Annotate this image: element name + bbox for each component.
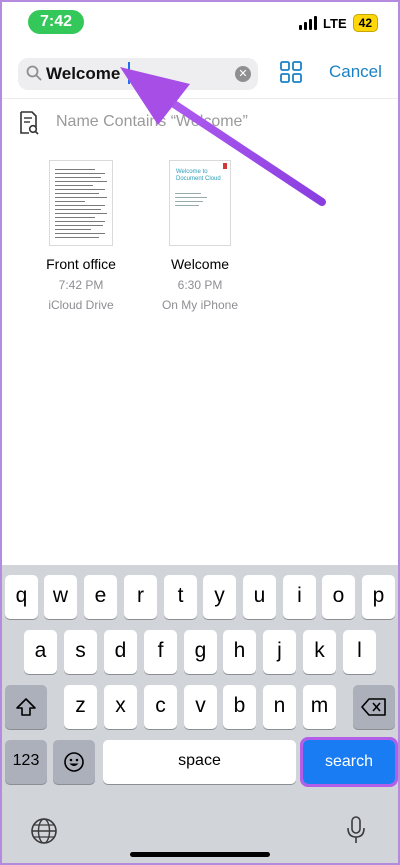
battery-badge: 42	[352, 14, 378, 32]
emoji-key[interactable]	[53, 740, 95, 784]
key-i[interactable]: i	[283, 575, 316, 619]
microphone-icon[interactable]	[346, 815, 366, 845]
signal-icon	[299, 16, 318, 30]
globe-icon[interactable]	[30, 817, 58, 845]
search-input[interactable]: Welcome	[46, 64, 120, 84]
document-thumbnail: Welcome to Document Cloud	[169, 160, 231, 246]
key-q[interactable]: q	[5, 575, 38, 619]
emoji-icon	[64, 752, 84, 772]
document-search-icon	[20, 111, 39, 135]
key-x[interactable]: x	[104, 685, 137, 729]
divider	[0, 98, 400, 99]
thumbnail-title: Welcome to Document Cloud	[176, 169, 221, 182]
shift-icon	[16, 698, 36, 716]
key-g[interactable]: g	[184, 630, 217, 674]
key-w[interactable]: w	[44, 575, 77, 619]
key-y[interactable]: y	[203, 575, 236, 619]
file-item[interactable]: Welcome to Document Cloud Welcome 6:30 P…	[140, 160, 260, 312]
key-z[interactable]: z	[64, 685, 97, 729]
key-l[interactable]: l	[343, 630, 376, 674]
search-icon	[26, 65, 42, 81]
key-u[interactable]: u	[243, 575, 276, 619]
search-key[interactable]: search	[300, 737, 398, 787]
status-time: 7:42	[28, 10, 84, 34]
cancel-button[interactable]: Cancel	[329, 62, 382, 82]
key-k[interactable]: k	[303, 630, 336, 674]
key-n[interactable]: n	[263, 685, 296, 729]
backspace-icon	[361, 698, 386, 716]
search-suggestion[interactable]: Name Contains “Welcome”	[56, 113, 248, 131]
text-caret	[128, 62, 130, 84]
key-e[interactable]: e	[84, 575, 117, 619]
key-o[interactable]: o	[322, 575, 355, 619]
numbers-key[interactable]: 123	[5, 740, 47, 784]
search-field[interactable]: Welcome ✕	[18, 58, 258, 90]
network-label: LTE	[323, 15, 347, 31]
grid-view-icon[interactable]	[280, 61, 302, 83]
key-v[interactable]: v	[184, 685, 217, 729]
file-name: Front office	[46, 256, 116, 272]
key-c[interactable]: c	[144, 685, 177, 729]
file-time: 6:30 PM	[177, 278, 223, 292]
key-s[interactable]: s	[64, 630, 97, 674]
file-time: 7:42 PM	[58, 278, 104, 292]
file-location: On My iPhone	[161, 298, 239, 312]
key-p[interactable]: p	[362, 575, 395, 619]
key-f[interactable]: f	[144, 630, 177, 674]
key-t[interactable]: t	[164, 575, 197, 619]
key-b[interactable]: b	[223, 685, 256, 729]
key-r[interactable]: r	[124, 575, 157, 619]
keyboard: q w e r t y u i o p a s d f g h j k l z …	[0, 565, 400, 865]
backspace-key[interactable]	[353, 685, 395, 729]
key-j[interactable]: j	[263, 630, 296, 674]
key-m[interactable]: m	[303, 685, 336, 729]
home-indicator	[130, 852, 270, 857]
shift-key[interactable]	[5, 685, 47, 729]
key-d[interactable]: d	[104, 630, 137, 674]
status-indicators: LTE 42	[299, 14, 378, 32]
key-a[interactable]: a	[24, 630, 57, 674]
file-name: Welcome	[170, 256, 230, 272]
file-item[interactable]: Front office 7:42 PM iCloud Drive	[21, 160, 141, 312]
document-thumbnail	[49, 160, 113, 246]
clear-search-button[interactable]: ✕	[235, 66, 251, 82]
space-key[interactable]: space	[103, 740, 296, 784]
file-location: iCloud Drive	[48, 298, 114, 312]
key-h[interactable]: h	[223, 630, 256, 674]
